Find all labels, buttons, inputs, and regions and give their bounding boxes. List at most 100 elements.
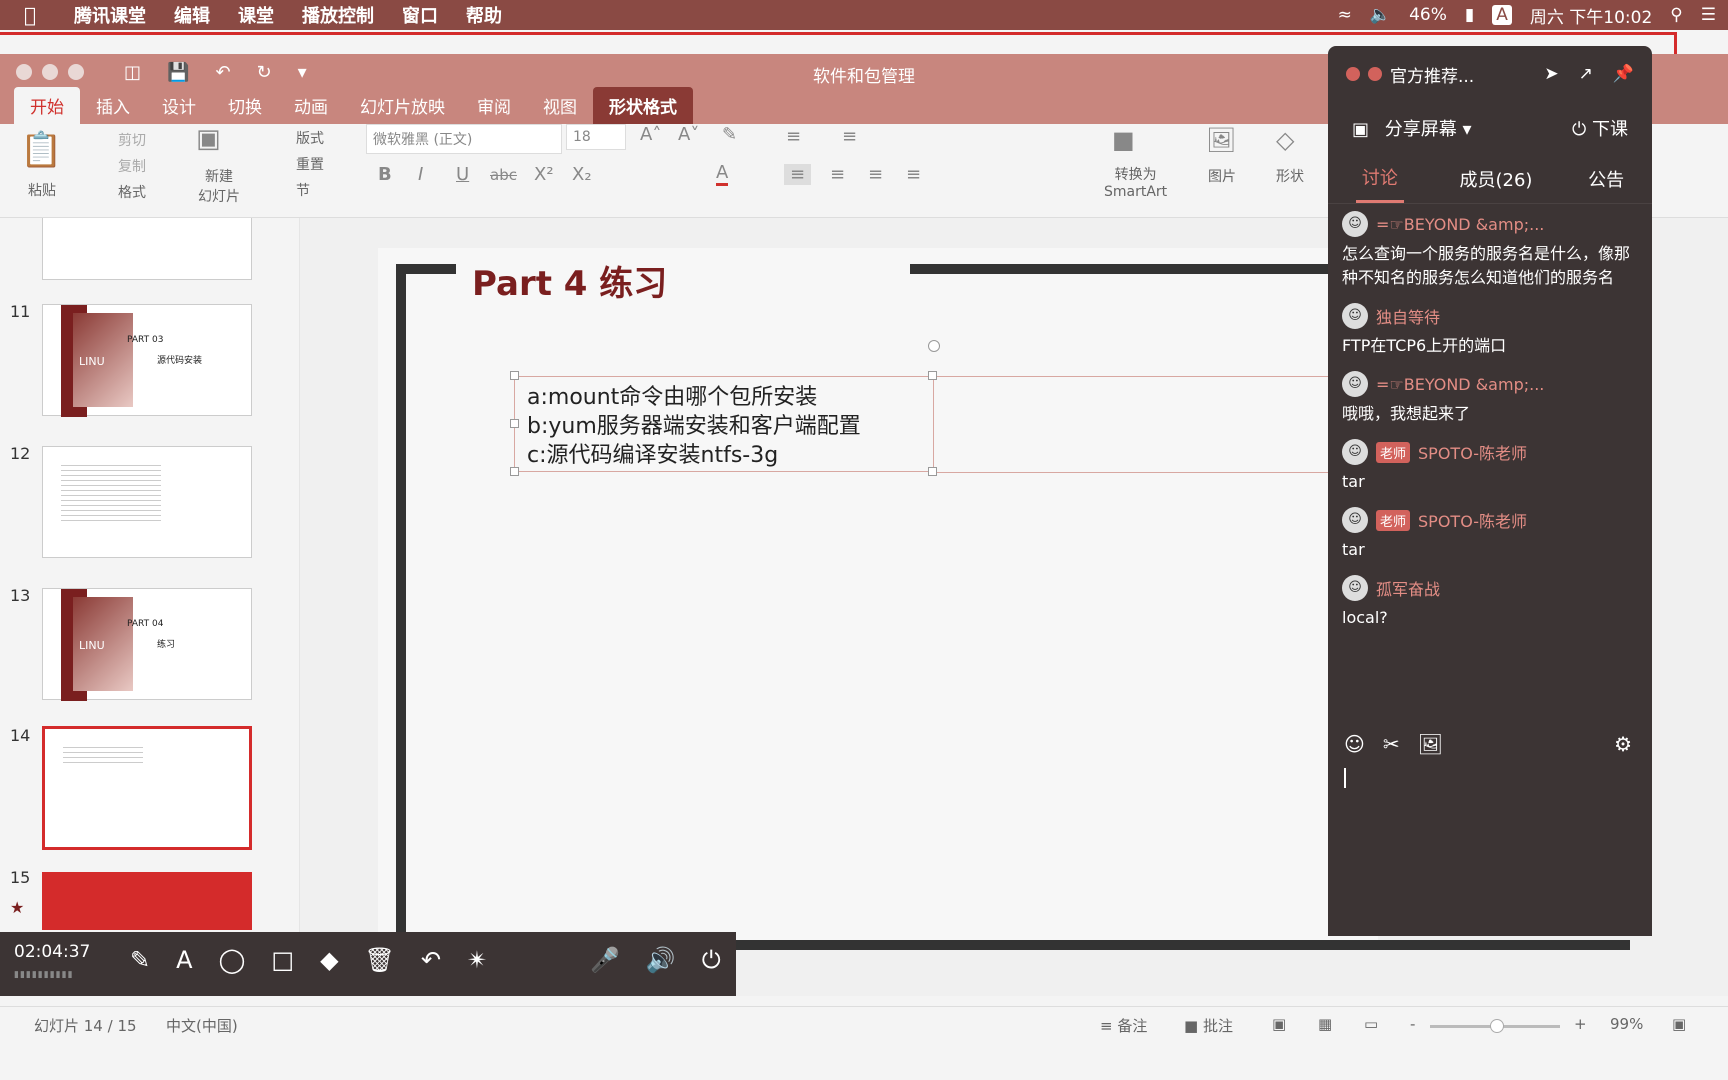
wifi-icon[interactable]: ≈ bbox=[1338, 5, 1352, 25]
italic-icon[interactable]: I bbox=[418, 164, 423, 185]
paste-icon[interactable]: 📋 bbox=[20, 130, 62, 170]
text-tool-icon[interactable]: A bbox=[176, 946, 192, 974]
slide-thumbnail-11[interactable]: LINU PART 03 源代码安装 bbox=[42, 304, 252, 417]
shapes-icon[interactable]: ◇ bbox=[1276, 126, 1294, 154]
menu-playback[interactable]: 播放控制 bbox=[288, 2, 388, 28]
align-center-icon[interactable]: ≡ bbox=[830, 164, 845, 185]
paste-button[interactable]: 粘贴 bbox=[28, 180, 56, 200]
eraser-icon[interactable]: ◆ bbox=[320, 946, 338, 974]
reset-button[interactable]: 重置 bbox=[296, 154, 324, 174]
share-screen-button[interactable]: ▣ 分享屏幕 ▾ bbox=[1352, 115, 1472, 141]
export-icon[interactable]: ↗ bbox=[1579, 64, 1593, 84]
clear-format-icon[interactable]: ✎ bbox=[722, 124, 737, 145]
pin-icon[interactable]: 📌 bbox=[1613, 64, 1634, 84]
justify-icon[interactable]: ≡ bbox=[906, 164, 921, 185]
tab-transitions[interactable]: 切换 bbox=[212, 87, 278, 124]
scissors-icon[interactable]: ✂ bbox=[1383, 732, 1400, 756]
tab-design[interactable]: 设计 bbox=[146, 87, 212, 124]
comments-button[interactable]: ■ 批注 bbox=[1184, 1015, 1233, 1036]
font-color-icon[interactable]: A bbox=[716, 162, 729, 186]
language-indicator[interactable]: 中文(中国) bbox=[166, 1015, 238, 1036]
zoom-in-button[interactable]: + bbox=[1574, 1015, 1587, 1033]
picture-icon[interactable]: 🖼 bbox=[1206, 126, 1236, 154]
bullets-icon[interactable]: ≡ bbox=[786, 126, 801, 147]
microphone-icon[interactable]: 🎤 bbox=[590, 946, 620, 974]
align-left-icon[interactable]: ≡ bbox=[784, 164, 812, 185]
zoom-out-button[interactable]: - bbox=[1410, 1015, 1415, 1033]
slide-thumbnail-15[interactable] bbox=[42, 872, 252, 930]
font-size-select[interactable]: 18 bbox=[566, 124, 626, 150]
underline-icon[interactable]: U bbox=[456, 164, 469, 185]
menu-app[interactable]: 腾讯课堂 bbox=[60, 2, 160, 28]
slide-thumbnail-10[interactable] bbox=[42, 218, 252, 280]
shapes-button[interactable]: 形状 bbox=[1276, 166, 1304, 186]
tab-home[interactable]: 开始 bbox=[14, 87, 80, 124]
trash-icon[interactable]: 🗑 bbox=[365, 946, 395, 974]
new-slide-button[interactable]: 新建 幻灯片 bbox=[198, 166, 240, 206]
current-slide[interactable] bbox=[378, 248, 1378, 948]
tab-members[interactable]: 成员(26) bbox=[1460, 166, 1533, 192]
search-icon[interactable]: ⚲ bbox=[1670, 5, 1682, 25]
format-painter-button[interactable]: 格式 bbox=[118, 182, 146, 202]
end-class-button[interactable]: ⏻ 下课 bbox=[1572, 115, 1628, 141]
layout-button[interactable]: 版式 bbox=[296, 128, 324, 148]
zoom-level[interactable]: 99% bbox=[1610, 1015, 1643, 1033]
presenter-view-icon[interactable]: ▭ bbox=[1364, 1015, 1378, 1033]
notes-button[interactable]: ≡ 备注 bbox=[1100, 1015, 1147, 1036]
speaker-icon[interactable]: 🔊 bbox=[646, 946, 676, 974]
menu-help[interactable]: 帮助 bbox=[452, 2, 516, 28]
bold-icon[interactable]: B bbox=[378, 164, 392, 185]
convert-smartart-button[interactable]: 转换为 SmartArt bbox=[1104, 164, 1167, 200]
zoom-slider-handle[interactable] bbox=[1490, 1019, 1504, 1033]
volume-icon[interactable]: 🔈 bbox=[1370, 5, 1391, 25]
slide-title[interactable]: Part 4 练习 bbox=[472, 256, 667, 305]
tab-announcement[interactable]: 公告 bbox=[1588, 166, 1624, 192]
input-method[interactable]: A bbox=[1492, 5, 1512, 25]
slide-thumbnail-13[interactable]: LINU PART 04 练习 bbox=[42, 588, 252, 701]
section-button[interactable]: 节 bbox=[296, 180, 310, 200]
normal-view-icon[interactable]: ▣ bbox=[1272, 1015, 1286, 1033]
superscript-icon[interactable]: X² bbox=[534, 164, 554, 185]
slide-textbox[interactable]: a:mount命令由哪个包所安装 b:yum服务器端安装和客户端配置 c:源代码… bbox=[514, 376, 934, 472]
chat-minimize-button[interactable] bbox=[1368, 67, 1382, 81]
menu-window[interactable]: 窗口 bbox=[388, 2, 452, 28]
align-right-icon[interactable]: ≡ bbox=[868, 164, 883, 185]
picture-button[interactable]: 图片 bbox=[1208, 166, 1236, 186]
send-icon[interactable]: ➤ bbox=[1544, 64, 1558, 84]
undo-icon[interactable]: ↶ bbox=[421, 946, 441, 974]
slide-thumbnail-12[interactable] bbox=[42, 446, 252, 558]
gear-icon[interactable]: ⚙ bbox=[1614, 732, 1632, 756]
font-name-select[interactable]: 微软雅黑 (正文) bbox=[366, 124, 562, 154]
tab-insert[interactable]: 插入 bbox=[80, 87, 146, 124]
laser-pointer-icon[interactable]: ✴ bbox=[467, 946, 487, 974]
menu-class[interactable]: 课堂 bbox=[224, 2, 288, 28]
resize-handle[interactable] bbox=[928, 371, 937, 380]
clock[interactable]: 周六 下午10:02 bbox=[1530, 3, 1652, 28]
image-icon[interactable]: 🖼 bbox=[1418, 732, 1443, 756]
notification-center-icon[interactable]: ☰ bbox=[1701, 5, 1716, 25]
chat-close-button[interactable] bbox=[1346, 67, 1360, 81]
menu-edit[interactable]: 编辑 bbox=[160, 2, 224, 28]
rotate-handle[interactable] bbox=[928, 340, 940, 352]
resize-handle[interactable] bbox=[928, 467, 937, 476]
power-icon[interactable]: ⏻ bbox=[702, 946, 721, 974]
fit-slide-icon[interactable]: ▣ bbox=[1672, 1015, 1686, 1033]
increase-font-icon[interactable]: A˄ bbox=[640, 124, 661, 145]
cut-button[interactable]: 剪切 bbox=[118, 130, 146, 150]
tab-shape-format[interactable]: 形状格式 bbox=[593, 87, 693, 124]
chat-input-field[interactable] bbox=[1344, 768, 1346, 788]
tab-animations[interactable]: 动画 bbox=[278, 87, 344, 124]
rectangle-tool-icon[interactable]: □ bbox=[271, 946, 294, 974]
resize-handle[interactable] bbox=[510, 371, 519, 380]
tab-discussion[interactable]: 讨论 bbox=[1355, 154, 1404, 203]
resize-handle[interactable] bbox=[510, 419, 519, 428]
slide-thumbnail-14-selected[interactable] bbox=[42, 726, 252, 850]
new-slide-icon[interactable]: ▣ bbox=[196, 124, 221, 154]
decrease-font-icon[interactable]: A˅ bbox=[678, 124, 699, 145]
subscript-icon[interactable]: X₂ bbox=[572, 164, 592, 185]
tab-review[interactable]: 审阅 bbox=[461, 87, 527, 124]
tab-view[interactable]: 视图 bbox=[527, 87, 593, 124]
pen-icon[interactable]: ✎ bbox=[130, 946, 150, 974]
tab-slideshow[interactable]: 幻灯片放映 bbox=[344, 87, 461, 124]
apple-icon[interactable]:  bbox=[0, 3, 60, 27]
